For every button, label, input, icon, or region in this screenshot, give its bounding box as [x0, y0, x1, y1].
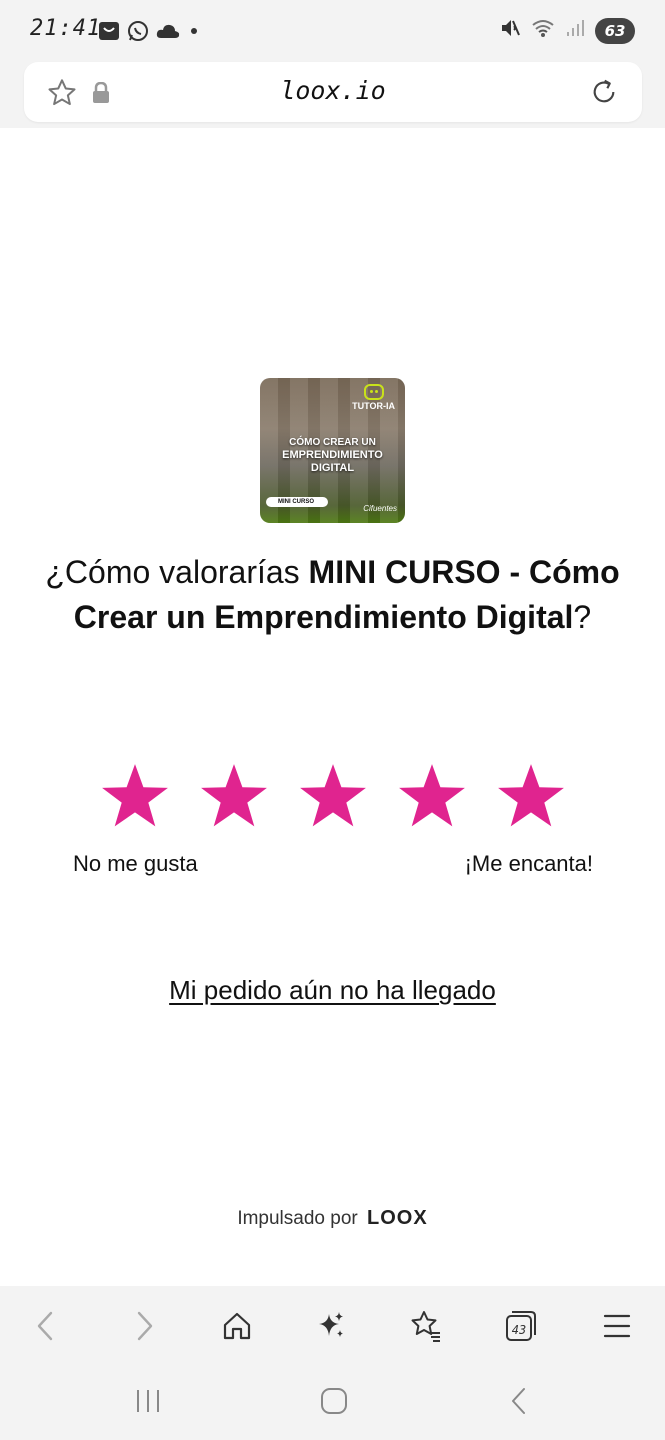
tabs-icon[interactable]: 43: [501, 1306, 541, 1346]
shopping-bag-icon: [98, 20, 120, 47]
rating-star-1[interactable]: [100, 762, 170, 832]
rating-label-low: No me gusta: [73, 851, 198, 876]
browser-header: loox.io: [0, 60, 665, 128]
status-bar: 21:41 63: [0, 0, 665, 60]
notification-icons: [98, 19, 202, 48]
back-icon[interactable]: [26, 1306, 66, 1346]
dot-icon: [186, 23, 202, 44]
menu-icon[interactable]: [597, 1306, 637, 1346]
rating-star-3[interactable]: [298, 762, 368, 832]
question-suffix: ?: [573, 599, 592, 635]
loox-logo[interactable]: LOOX: [367, 1207, 428, 1229]
url-text[interactable]: loox.io: [24, 76, 642, 105]
address-bar[interactable]: loox.io: [24, 62, 642, 122]
question-prefix: ¿Cómo valorarías: [45, 554, 309, 590]
star-rating: [100, 762, 566, 832]
rating-question: ¿Cómo valorarías MINI CURSO - Cómo Crear…: [40, 550, 625, 640]
home-icon[interactable]: [217, 1306, 257, 1346]
product-image-signature: Cifuentes: [363, 504, 397, 513]
product-image-title: CÓMO CREAR UN EMPRENDIMIENTO DIGITAL: [260, 436, 405, 475]
order-not-arrived-link[interactable]: Mi pedido aún no ha llegado: [0, 975, 665, 1006]
rating-star-4[interactable]: [397, 762, 467, 832]
product-image-title-line2: EMPRENDIMIENTO: [282, 449, 383, 461]
mute-icon: [499, 17, 521, 44]
cloud-icon: [156, 22, 180, 45]
sparkle-icon[interactable]: [311, 1306, 351, 1346]
powered-by: Impulsado por LOOX: [0, 1207, 665, 1230]
powered-by-text: Impulsado por: [237, 1208, 358, 1229]
wifi-icon: [531, 18, 555, 43]
browser-toolbar: 43: [0, 1286, 665, 1366]
forward-icon[interactable]: [124, 1306, 164, 1346]
system-nav-bar: [0, 1366, 665, 1440]
rating-star-5[interactable]: [496, 762, 566, 832]
bookmarks-icon[interactable]: [406, 1306, 446, 1346]
back-nav-icon[interactable]: [500, 1384, 540, 1418]
battery-icon: 63: [595, 17, 635, 44]
system-icons: 63: [499, 17, 635, 44]
whatsapp-icon: [126, 19, 150, 48]
product-image: TUTOR-IA CÓMO CREAR UN EMPRENDIMIENTO DI…: [260, 378, 405, 523]
recent-apps-icon[interactable]: [128, 1384, 168, 1418]
home-circle-icon[interactable]: [314, 1384, 354, 1418]
product-image-title-line3: DIGITAL: [310, 462, 355, 474]
robot-icon: [363, 384, 384, 400]
rating-star-2[interactable]: [199, 762, 269, 832]
product-image-pill: MINI CURSO: [266, 497, 328, 507]
tabs-count: 43: [512, 1323, 526, 1337]
reload-icon[interactable]: [588, 76, 620, 113]
product-image-title-line1: CÓMO CREAR UN: [289, 437, 376, 448]
product-image-brand: TUTOR-IA: [352, 384, 395, 411]
product-image-brand-text: TUTOR-IA: [352, 401, 395, 411]
signal-icon: [565, 18, 585, 43]
status-time: 21:41: [30, 16, 102, 41]
rating-label-high: ¡Me encanta!: [464, 851, 593, 876]
